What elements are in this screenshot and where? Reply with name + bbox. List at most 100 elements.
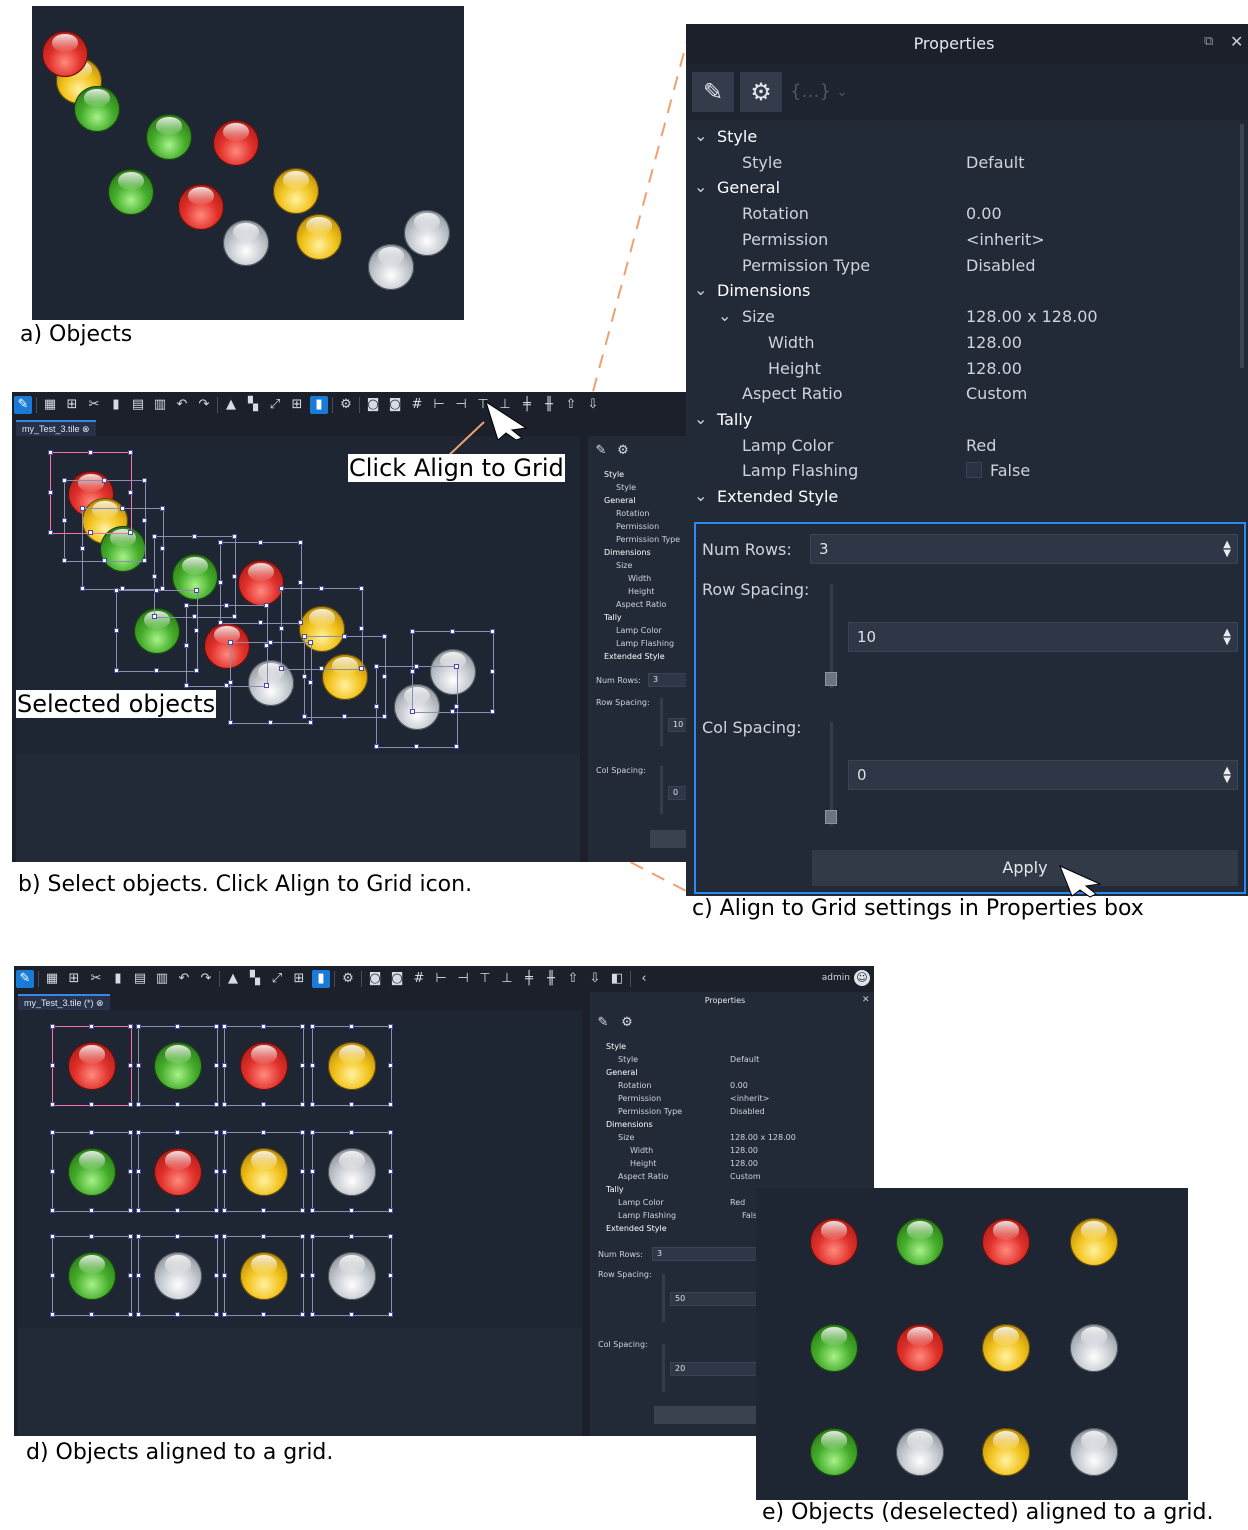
- resize-handle[interactable]: [261, 1208, 266, 1213]
- gear-icon[interactable]: ⚙: [614, 442, 632, 460]
- resize-handle[interactable]: [374, 744, 379, 749]
- selection-box[interactable]: [136, 1130, 219, 1213]
- close-icon[interactable]: ⊗: [82, 424, 90, 434]
- resize-handle[interactable]: [228, 680, 233, 685]
- chart-icon[interactable]: ▮: [312, 970, 330, 988]
- resize-handle[interactable]: [222, 1169, 227, 1174]
- selection-box[interactable]: [136, 1234, 219, 1317]
- resize-handle[interactable]: [261, 1312, 266, 1317]
- resize-handle[interactable]: [154, 668, 159, 673]
- document-tab[interactable]: my_Test_3.tile (*) ⊗: [18, 994, 110, 1011]
- tile-view-icon[interactable]: ⊞: [63, 396, 81, 414]
- resize-handle[interactable]: [388, 1312, 393, 1317]
- resize-handle[interactable]: [454, 744, 459, 749]
- gear-icon[interactable]: ⚙: [337, 396, 355, 414]
- resize-handle[interactable]: [160, 506, 165, 511]
- resize-handle[interactable]: [349, 1130, 354, 1135]
- resize-handle[interactable]: [136, 1312, 141, 1317]
- resize-handle[interactable]: [300, 1169, 305, 1174]
- resize-handle[interactable]: [184, 643, 189, 648]
- align-center-icon[interactable]: ⊣: [454, 970, 472, 988]
- resize-handle[interactable]: [300, 1130, 305, 1135]
- resize-handle[interactable]: [128, 1273, 133, 1278]
- chart-icon[interactable]: ▮: [310, 396, 328, 414]
- num-rows-input[interactable]: 3: [648, 673, 688, 687]
- stepper-icon[interactable]: ▲ ▼: [1223, 766, 1231, 785]
- resize-handle[interactable]: [80, 506, 85, 511]
- grid-view-icon[interactable]: ▦: [41, 396, 59, 414]
- resize-handle[interactable]: [490, 669, 495, 674]
- resize-handle[interactable]: [50, 1063, 55, 1068]
- resize-handle[interactable]: [222, 1024, 227, 1029]
- resize-handle[interactable]: [414, 744, 419, 749]
- send-back-icon[interactable]: ⇩: [584, 396, 602, 414]
- resize-handle[interactable]: [214, 1234, 219, 1239]
- resize-handle[interactable]: [258, 540, 263, 545]
- resize-handle[interactable]: [222, 1273, 227, 1278]
- resize-handle[interactable]: [175, 1208, 180, 1213]
- resize-handle[interactable]: [300, 1273, 305, 1278]
- stepper-icon[interactable]: ▲ ▼: [1223, 628, 1231, 647]
- resize-handle[interactable]: [214, 1102, 219, 1107]
- row-style-value[interactable]: Default: [966, 153, 1024, 172]
- row-aspect-value[interactable]: Custom: [966, 384, 1027, 403]
- resize-handle[interactable]: [214, 1063, 219, 1068]
- resize-handle[interactable]: [175, 1102, 180, 1107]
- selection-box[interactable]: [374, 664, 459, 749]
- resize-handle[interactable]: [214, 1130, 219, 1135]
- resize-handle[interactable]: [308, 720, 313, 725]
- resize-handle[interactable]: [300, 1234, 305, 1239]
- slider-handle[interactable]: [825, 672, 837, 686]
- resize-handle[interactable]: [218, 580, 223, 585]
- col-spacing-input[interactable]: 0 ▲ ▼: [848, 760, 1238, 790]
- chevron-down-icon[interactable]: ⌄: [694, 126, 707, 145]
- resize-handle[interactable]: [50, 1169, 55, 1174]
- resize-handle[interactable]: [136, 1208, 141, 1213]
- edit-icon[interactable]: ✎: [592, 442, 610, 460]
- cut-icon[interactable]: ✂: [87, 970, 105, 988]
- resize-handle[interactable]: [128, 1102, 133, 1107]
- gear-icon[interactable]: ⚙: [618, 1014, 636, 1032]
- resize-handle[interactable]: [214, 1273, 219, 1278]
- distribute-v-icon[interactable]: ╫: [540, 396, 558, 414]
- resize-handle[interactable]: [298, 580, 303, 585]
- distribute-h-icon[interactable]: ╪: [520, 970, 538, 988]
- selection-box[interactable]: [222, 1234, 305, 1317]
- float-icon[interactable]: ⧉: [1204, 34, 1213, 49]
- resize-handle[interactable]: [89, 1130, 94, 1135]
- row-rotation-value[interactable]: 0.00: [730, 1081, 748, 1090]
- table-icon[interactable]: ⊞: [290, 970, 308, 988]
- resize-handle[interactable]: [268, 720, 273, 725]
- table-icon[interactable]: ⊞: [288, 396, 306, 414]
- resize-handle[interactable]: [359, 626, 364, 631]
- resize-handle[interactable]: [222, 1102, 227, 1107]
- resize-handle[interactable]: [300, 1024, 305, 1029]
- resize-handle[interactable]: [184, 683, 189, 688]
- snapshot-icon[interactable]: ◙: [364, 396, 382, 414]
- row-size-value[interactable]: 128.00 x 128.00: [730, 1133, 796, 1142]
- num-rows-input[interactable]: 3 ▲ ▼: [810, 534, 1238, 564]
- resize-handle[interactable]: [310, 1130, 315, 1135]
- resize-handle[interactable]: [319, 586, 324, 591]
- resize-handle[interactable]: [175, 1024, 180, 1029]
- row-permission-type-value[interactable]: Disabled: [966, 256, 1036, 275]
- resize-handle[interactable]: [222, 1130, 227, 1135]
- resize-handle[interactable]: [349, 1234, 354, 1239]
- lock-icon[interactable]: ▲: [224, 970, 242, 988]
- resize-icon[interactable]: ⤢: [266, 396, 284, 414]
- edit-icon[interactable]: ✎: [14, 396, 32, 414]
- resize-handle[interactable]: [50, 1234, 55, 1239]
- close-icon[interactable]: ⊗: [96, 998, 104, 1008]
- row-spacing-slider[interactable]: [662, 1274, 665, 1322]
- resize-handle[interactable]: [388, 1063, 393, 1068]
- resize-handle[interactable]: [50, 1208, 55, 1213]
- row-width-value[interactable]: 128.00: [730, 1146, 758, 1155]
- chevron-down-icon[interactable]: ⌄: [832, 72, 852, 112]
- selection-box[interactable]: [50, 1130, 133, 1213]
- align-center-icon[interactable]: ⊣: [452, 396, 470, 414]
- row-spacing-input[interactable]: 10 ▲ ▼: [848, 622, 1238, 652]
- row-permission-type-value[interactable]: Disabled: [730, 1107, 765, 1116]
- resize-handle[interactable]: [264, 603, 269, 608]
- resize-handle[interactable]: [184, 603, 189, 608]
- selection-box[interactable]: [222, 1024, 305, 1107]
